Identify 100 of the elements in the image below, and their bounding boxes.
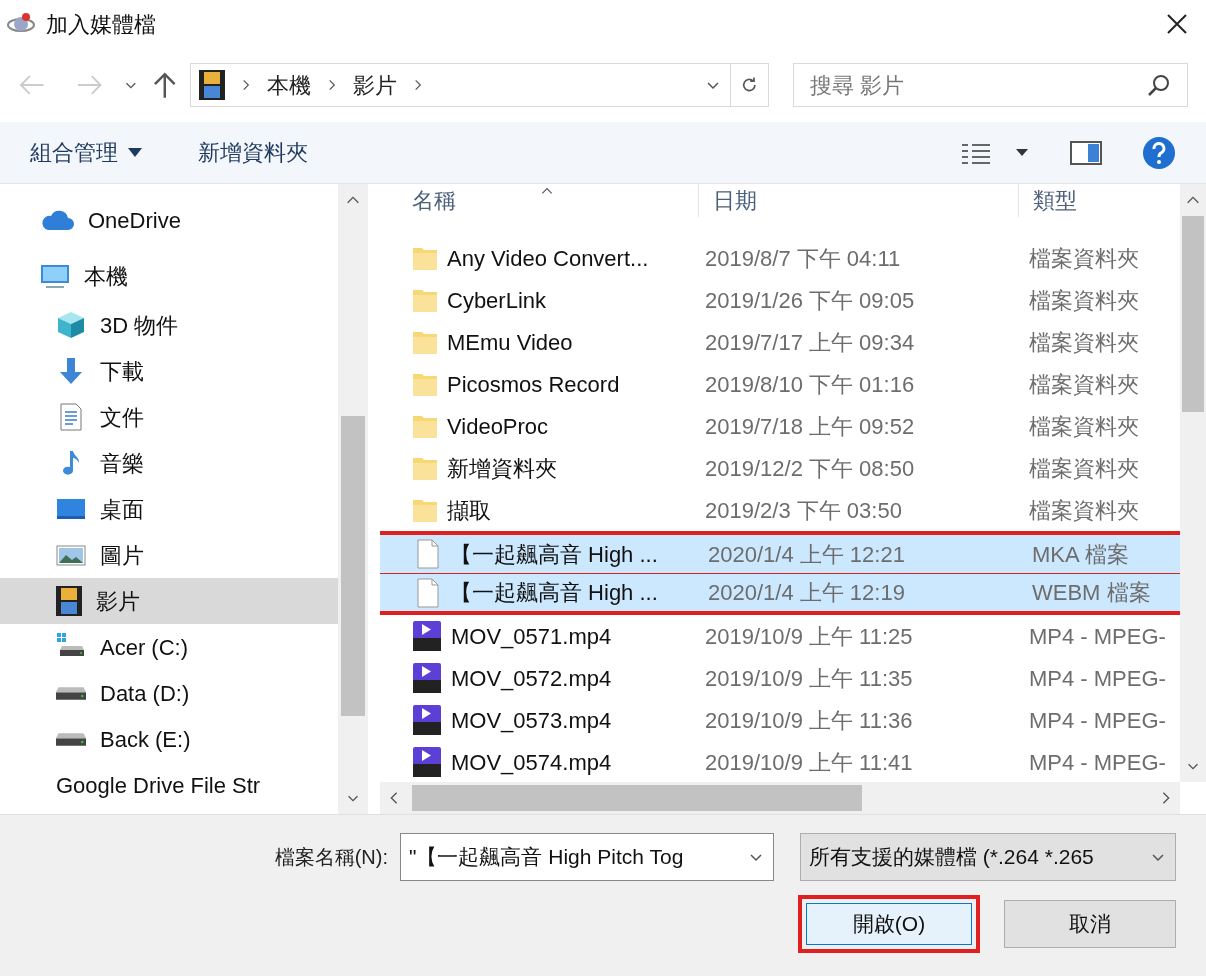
cancel-button[interactable]: 取消 <box>1004 900 1176 948</box>
drive-icon <box>56 685 86 701</box>
file-row[interactable]: 擷取 2019/2/3 下午 03:50 檔案資料夾 <box>380 489 1184 531</box>
sidebar-item[interactable]: 下載 <box>0 348 338 394</box>
sidebar-item[interactable]: 影片 <box>0 578 338 624</box>
file-date: 2019/7/18 上午 09:52 <box>704 412 916 441</box>
film-strip-icon <box>199 70 226 100</box>
organize-menu[interactable]: 組合管理 <box>30 136 142 169</box>
sidebar-item[interactable]: 圖片 <box>0 532 338 578</box>
file-type-dropdown[interactable]: 所有支援的媒體檔 (*.264 *.265 <box>800 833 1176 881</box>
open-button[interactable]: 開啟(O) <box>806 903 972 945</box>
file-type: MP4 - MPEG- <box>1028 622 1166 651</box>
refresh-icon[interactable] <box>730 63 769 107</box>
preview-pane-icon[interactable] <box>1070 140 1102 165</box>
file-type: MP4 - MPEG- <box>1028 664 1166 693</box>
file-type: MP4 - MPEG- <box>1028 706 1166 735</box>
film-strip-icon <box>56 586 82 616</box>
file-date: 2020/1/4 上午 12:19 <box>707 579 906 607</box>
file-type: 檔案資料夾 <box>1028 454 1139 483</box>
breadcrumb-item[interactable]: 本機 <box>267 68 312 102</box>
file-date: 2019/2/3 下午 03:50 <box>704 496 903 525</box>
file-name: MOV_0572.mp4 <box>451 664 612 693</box>
file-name: 【一起飆高音 High ... <box>450 540 658 569</box>
file-row[interactable]: Picosmos Record 2019/8/10 下午 01:16 檔案資料夾 <box>380 363 1184 405</box>
file-name: MEmu Video <box>447 328 573 357</box>
file-type: MP4 - MPEG- <box>1028 748 1166 777</box>
forward-arrow-icon[interactable] <box>75 73 103 97</box>
file-type: 檔案資料夾 <box>1028 328 1139 357</box>
file-date: 2019/10/9 上午 11:25 <box>704 622 914 651</box>
file-type: MKA 檔案 <box>1031 540 1129 569</box>
file-date: 2019/10/9 上午 11:36 <box>704 706 914 735</box>
scroll-thumb[interactable] <box>412 785 862 811</box>
file-row[interactable]: Any Video Convert... 2019/8/7 下午 04:11 檔案資料夾 <box>380 237 1184 279</box>
close-icon[interactable] <box>1166 13 1188 35</box>
sidebar-item[interactable]: 3D 物件 <box>0 302 338 348</box>
file-type: 檔案資料夾 <box>1028 286 1139 315</box>
file-name: 擷取 <box>447 496 491 525</box>
file-date: 2019/8/10 下午 01:16 <box>704 370 916 399</box>
new-folder-button[interactable]: 新增資料夾 <box>198 136 308 169</box>
file-date: 2019/1/26 下午 09:05 <box>704 286 916 315</box>
file-name: 【一起飆高音 High ... <box>450 579 658 607</box>
sidebar-scrollbar[interactable] <box>338 184 368 814</box>
file-name: VideoProc <box>447 412 549 441</box>
blank-file-icon <box>414 577 442 608</box>
dropdown-triangle-icon <box>128 148 142 157</box>
file-row[interactable]: VideoProc 2019/7/18 上午 09:52 檔案資料夾 <box>380 405 1184 447</box>
search-icon <box>1147 73 1171 97</box>
file-row[interactable]: MEmu Video 2019/7/17 上午 09:34 檔案資料夾 <box>380 321 1184 363</box>
file-type: WEBM 檔案 <box>1031 579 1151 607</box>
filename-field[interactable]: "【一起飆高音 High Pitch Tog <box>400 833 774 881</box>
back-arrow-icon[interactable] <box>18 73 46 97</box>
address-bar[interactable]: 本機 影片 <box>190 63 731 107</box>
cube-icon <box>56 310 86 340</box>
file-name: CyberLink <box>447 286 547 315</box>
column-header[interactable]: 名稱 <box>380 184 698 217</box>
scroll-thumb[interactable] <box>341 416 365 716</box>
sidebar-item[interactable]: Data (D:) <box>0 670 338 716</box>
file-date: 2019/8/7 下午 04:11 <box>704 244 902 273</box>
file-date: 2019/7/17 上午 09:34 <box>704 328 916 357</box>
file-date: 2019/12/2 下午 08:50 <box>704 454 916 483</box>
sidebar-item[interactable]: Acer (C:) <box>0 624 338 670</box>
search-field[interactable]: 搜尋 影片 <box>792 63 1188 107</box>
sidebar-item[interactable]: Google Drive File Str <box>0 762 338 808</box>
sidebar-item[interactable]: OneDrive <box>0 194 338 246</box>
file-row[interactable]: CyberLink 2019/1/26 下午 09:05 檔案資料夾 <box>380 279 1184 321</box>
column-header[interactable]: 類型 <box>1018 184 1077 217</box>
file-name: 新增資料夾 <box>447 454 557 483</box>
help-icon[interactable] <box>1142 135 1176 170</box>
file-name: MOV_0573.mp4 <box>451 706 612 735</box>
window-title: 加入媒體檔 <box>46 10 156 39</box>
sidebar-item[interactable]: Back (E:) <box>0 716 338 762</box>
horizontal-scrollbar[interactable] <box>380 782 1180 814</box>
scroll-thumb[interactable] <box>1182 216 1204 412</box>
sidebar-item[interactable]: 音樂 <box>0 440 338 486</box>
sidebar-item[interactable]: 文件 <box>0 394 338 440</box>
drive-icon <box>56 731 86 747</box>
file-name: Any Video Convert... <box>447 244 649 273</box>
file-row[interactable]: MOV_0572.mp4 2019/10/9 上午 11:35 MP4 - MPEG- <box>380 657 1184 699</box>
file-row[interactable]: MOV_0571.mp4 2019/10/9 上午 11:25 MP4 - MPEG- <box>380 615 1184 657</box>
video-file-icon <box>411 705 443 735</box>
blank-file-icon <box>414 539 442 569</box>
file-row[interactable]: MOV_0574.mp4 2019/10/9 上午 11:41 MP4 - MPEG- <box>380 741 1184 782</box>
breadcrumb-item[interactable]: 影片 <box>353 68 398 102</box>
video-file-icon <box>411 747 443 777</box>
file-type: 檔案資料夾 <box>1028 496 1139 525</box>
column-header[interactable]: 日期 <box>698 184 1018 217</box>
up-arrow-icon[interactable] <box>152 71 177 99</box>
list-scrollbar[interactable] <box>1180 184 1206 782</box>
file-date: 2020/1/4 上午 12:21 <box>707 540 906 569</box>
file-type: 檔案資料夾 <box>1028 244 1139 273</box>
file-date: 2019/10/9 上午 11:35 <box>704 664 914 693</box>
video-file-icon <box>411 663 443 693</box>
sidebar-item[interactable]: 本機 <box>0 250 338 302</box>
file-row[interactable]: 新增資料夾 2019/12/2 下午 08:50 檔案資料夾 <box>380 447 1184 489</box>
file-date: 2019/10/9 上午 11:41 <box>704 748 914 777</box>
file-name: MOV_0571.mp4 <box>451 622 612 651</box>
video-file-icon <box>411 621 443 651</box>
file-name: MOV_0574.mp4 <box>451 748 612 777</box>
sidebar-item[interactable]: 桌面 <box>0 486 338 532</box>
file-row[interactable]: MOV_0573.mp4 2019/10/9 上午 11:36 MP4 - MPEG- <box>380 699 1184 741</box>
